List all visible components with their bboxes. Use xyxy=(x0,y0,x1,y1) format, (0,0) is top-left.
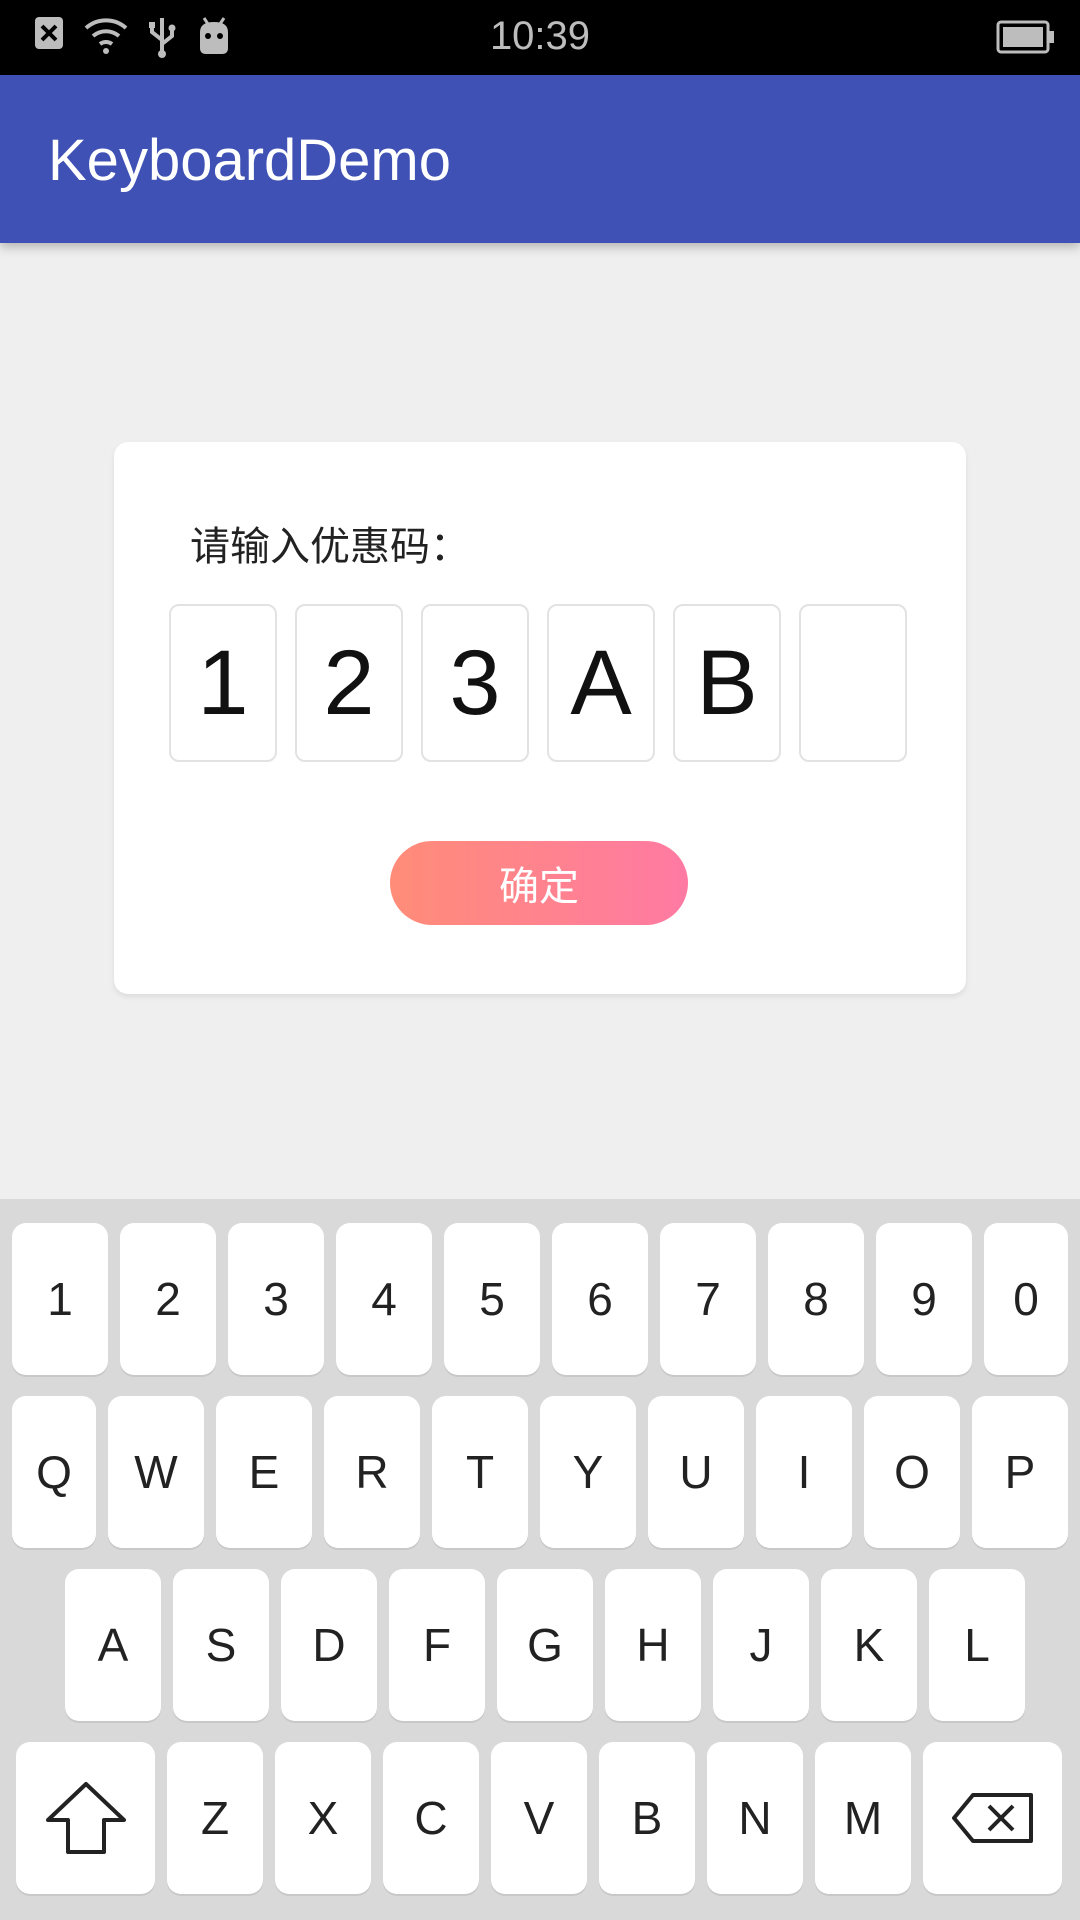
code-digit-6[interactable] xyxy=(799,604,907,762)
backspace-icon xyxy=(951,1793,1033,1843)
key-q[interactable]: Q xyxy=(12,1396,96,1548)
key-a[interactable]: A xyxy=(65,1569,161,1721)
shift-key[interactable] xyxy=(16,1742,155,1894)
status-time: 10:39 xyxy=(489,14,591,58)
code-digit-1[interactable]: 1 xyxy=(169,604,277,762)
status-bar: 10:39 xyxy=(0,0,1080,75)
code-digit-4[interactable]: A xyxy=(547,604,655,762)
key-h[interactable]: H xyxy=(605,1569,701,1721)
key-s[interactable]: S xyxy=(173,1569,269,1721)
key-f[interactable]: F xyxy=(389,1569,485,1721)
key-l[interactable]: L xyxy=(929,1569,1025,1721)
key-b[interactable]: B xyxy=(599,1742,695,1894)
key-m[interactable]: M xyxy=(815,1742,911,1894)
key-z[interactable]: Z xyxy=(167,1742,263,1894)
app-bar: KeyboardDemo xyxy=(0,75,1080,243)
code-digit-2[interactable]: 2 xyxy=(295,604,403,762)
key-1[interactable]: 1 xyxy=(12,1223,108,1375)
key-r[interactable]: R xyxy=(324,1396,420,1548)
key-5[interactable]: 5 xyxy=(444,1223,540,1375)
custom-keyboard: 1 2 3 4 5 6 7 8 9 0 Q W E R T Y U I O P … xyxy=(0,1199,1080,1920)
key-y[interactable]: Y xyxy=(540,1396,636,1548)
key-w[interactable]: W xyxy=(108,1396,204,1548)
key-g[interactable]: G xyxy=(497,1569,593,1721)
key-o[interactable]: O xyxy=(864,1396,960,1548)
key-0[interactable]: 0 xyxy=(984,1223,1068,1375)
backspace-key[interactable] xyxy=(923,1742,1062,1894)
key-t[interactable]: T xyxy=(432,1396,528,1548)
key-p[interactable]: P xyxy=(972,1396,1068,1548)
key-c[interactable]: C xyxy=(383,1742,479,1894)
key-n[interactable]: N xyxy=(707,1742,803,1894)
key-3[interactable]: 3 xyxy=(228,1223,324,1375)
code-digit-3[interactable]: 3 xyxy=(421,604,529,762)
key-x[interactable]: X xyxy=(275,1742,371,1894)
battery-icon xyxy=(996,20,1054,54)
key-2[interactable]: 2 xyxy=(120,1223,216,1375)
key-v[interactable]: V xyxy=(491,1742,587,1894)
key-d[interactable]: D xyxy=(281,1569,377,1721)
key-i[interactable]: I xyxy=(756,1396,852,1548)
key-8[interactable]: 8 xyxy=(768,1223,864,1375)
key-7[interactable]: 7 xyxy=(660,1223,756,1375)
shift-arrow-icon xyxy=(45,1782,126,1854)
key-4[interactable]: 4 xyxy=(336,1223,432,1375)
key-j[interactable]: J xyxy=(713,1569,809,1721)
key-e[interactable]: E xyxy=(216,1396,312,1548)
code-digit-5[interactable]: B xyxy=(673,604,781,762)
confirm-button[interactable]: 确定 xyxy=(390,841,688,925)
key-k[interactable]: K xyxy=(821,1569,917,1721)
app-title: KeyboardDemo xyxy=(48,128,451,193)
key-u[interactable]: U xyxy=(648,1396,744,1548)
coupon-card: 请输入优惠码： 1 2 3 A B 确定 xyxy=(114,442,966,994)
coupon-prompt-label: 请输入优惠码： xyxy=(190,524,470,570)
key-9[interactable]: 9 xyxy=(876,1223,972,1375)
key-6[interactable]: 6 xyxy=(552,1223,648,1375)
